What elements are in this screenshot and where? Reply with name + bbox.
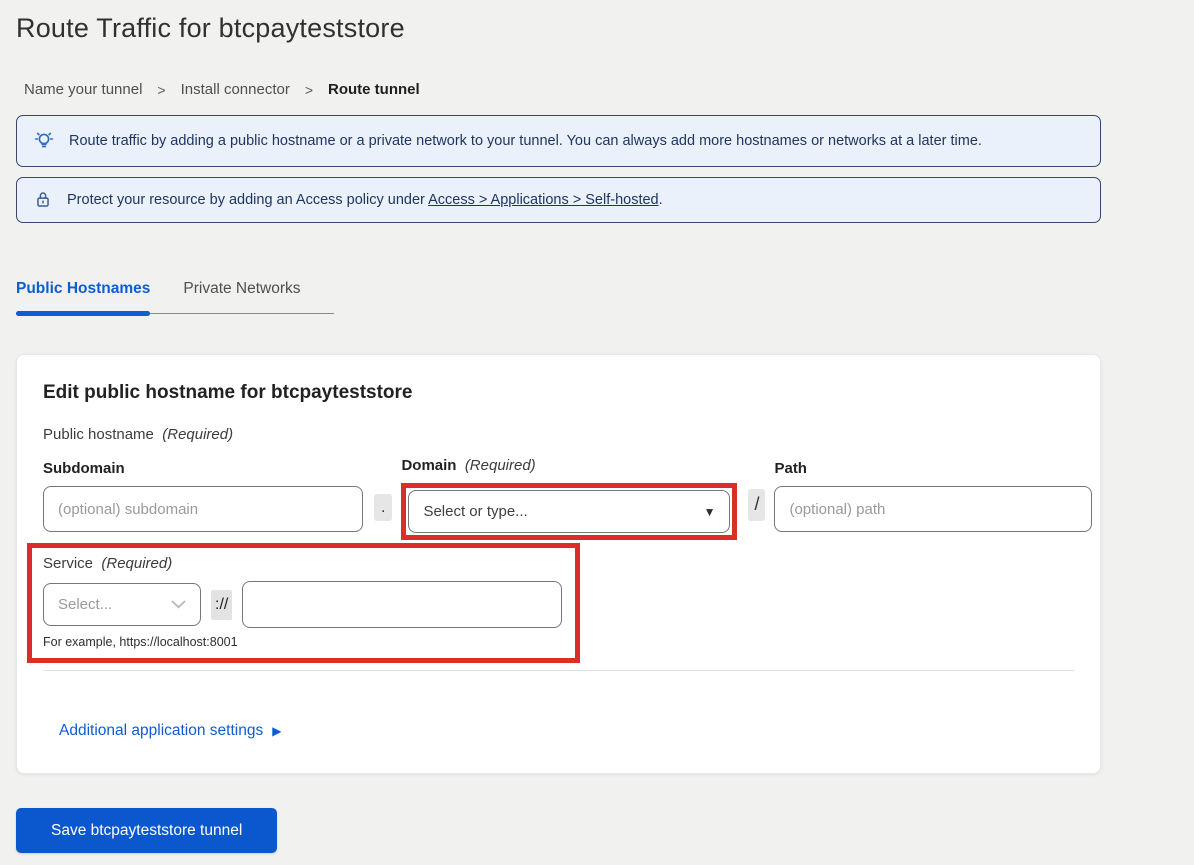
domain-required: (Required) bbox=[465, 457, 536, 474]
path-field-group: Path bbox=[774, 460, 1092, 532]
public-hostname-group-label: Public hostname (Required) bbox=[43, 426, 1074, 443]
card-divider bbox=[43, 670, 1074, 671]
expand-arrow-icon: ▶ bbox=[272, 724, 281, 738]
chevron-down-icon bbox=[171, 596, 186, 614]
breadcrumb-separator: > bbox=[157, 82, 165, 98]
chevron-down-icon: ▼ bbox=[704, 505, 716, 519]
tab-public-hostnames[interactable]: Public Hostnames bbox=[16, 280, 150, 313]
page-title: Route Traffic for btcpayteststore bbox=[16, 0, 1101, 44]
access-banner-text-before: Protect your resource by adding an Acces… bbox=[67, 192, 428, 208]
public-hostname-label: Public hostname bbox=[43, 426, 154, 443]
service-type-select[interactable]: Select... bbox=[43, 583, 201, 626]
domain-select-value: Select or type... bbox=[423, 503, 527, 520]
lock-icon bbox=[32, 189, 54, 211]
breadcrumb: Name your tunnel > Install connector > R… bbox=[16, 81, 1101, 98]
domain-highlight-box: Select or type... ▼ bbox=[401, 483, 737, 540]
service-required: (Required) bbox=[101, 555, 172, 572]
domain-select[interactable]: Select or type... ▼ bbox=[408, 490, 730, 533]
edit-public-hostname-card: Edit public hostname for btcpayteststore… bbox=[16, 354, 1101, 774]
domain-label: Domain (Required) bbox=[401, 457, 737, 474]
slash-separator: / bbox=[748, 489, 765, 521]
tip-banner: Route traffic by adding a public hostnam… bbox=[16, 115, 1101, 167]
service-row: Select... :// bbox=[43, 581, 563, 628]
save-tunnel-button[interactable]: Save btcpayteststore tunnel bbox=[16, 808, 277, 853]
breadcrumb-step-name-your-tunnel[interactable]: Name your tunnel bbox=[24, 81, 142, 98]
access-policy-banner: Protect your resource by adding an Acces… bbox=[16, 177, 1101, 223]
access-banner-text-after: . bbox=[659, 192, 663, 208]
additional-settings-label: Additional application settings bbox=[59, 722, 263, 740]
scheme-separator: :// bbox=[211, 590, 232, 620]
tip-banner-text: Route traffic by adding a public hostnam… bbox=[69, 133, 982, 149]
subdomain-input[interactable] bbox=[43, 486, 363, 532]
path-input[interactable] bbox=[774, 486, 1092, 532]
access-banner-text: Protect your resource by adding an Acces… bbox=[67, 192, 663, 208]
tab-private-networks[interactable]: Private Networks bbox=[183, 280, 300, 313]
subdomain-label: Subdomain bbox=[43, 460, 363, 477]
path-label: Path bbox=[774, 460, 1092, 477]
lightbulb-icon bbox=[32, 129, 56, 153]
service-highlight-box: Service (Required) Select... :// For exa… bbox=[27, 543, 580, 663]
service-type-select-value: Select... bbox=[58, 596, 112, 613]
breadcrumb-step-install-connector[interactable]: Install connector bbox=[181, 81, 290, 98]
hostname-network-tabs: Public Hostnames Private Networks bbox=[16, 280, 334, 314]
breadcrumb-step-route-tunnel: Route tunnel bbox=[328, 81, 420, 98]
breadcrumb-separator: > bbox=[305, 82, 313, 98]
domain-label-text: Domain bbox=[401, 457, 456, 474]
public-hostname-required: (Required) bbox=[162, 426, 233, 443]
additional-application-settings-link[interactable]: Additional application settings ▶ bbox=[59, 722, 281, 740]
card-heading: Edit public hostname for btcpayteststore bbox=[43, 382, 1074, 404]
main-content: Route Traffic for btcpayteststore Name y… bbox=[16, 0, 1101, 853]
service-group-label: Service (Required) bbox=[43, 555, 563, 572]
access-applications-link[interactable]: Access > Applications > Self-hosted bbox=[428, 192, 659, 208]
service-label: Service bbox=[43, 555, 93, 572]
dot-separator: . bbox=[374, 494, 392, 521]
service-url-input[interactable] bbox=[242, 581, 562, 628]
hostname-row: Subdomain . Domain (Required) Select or … bbox=[43, 457, 1074, 532]
subdomain-field-group: Subdomain bbox=[43, 460, 363, 532]
domain-field-group: Domain (Required) Select or type... ▼ bbox=[401, 457, 737, 532]
service-hint: For example, https://localhost:8001 bbox=[43, 635, 563, 649]
